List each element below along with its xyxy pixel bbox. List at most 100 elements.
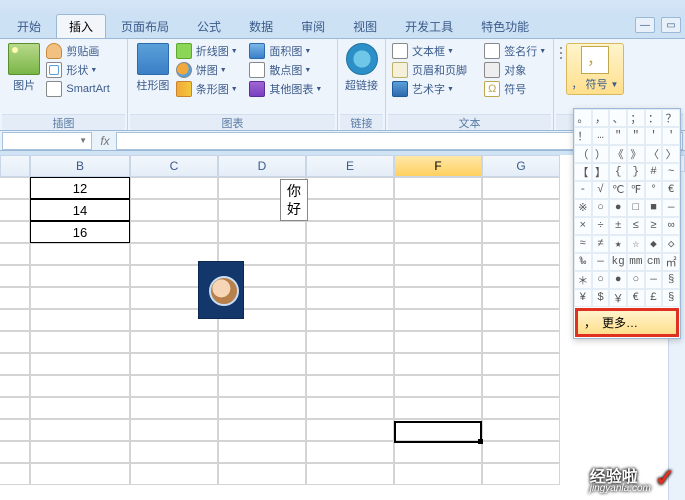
cell[interactable] — [30, 243, 130, 265]
hyperlink-button[interactable]: 超链接 — [342, 41, 381, 95]
cell[interactable] — [394, 397, 482, 419]
cell[interactable]: 14 — [30, 199, 130, 221]
column-chart-button[interactable]: 柱形图 — [132, 41, 174, 95]
cell[interactable] — [306, 177, 394, 199]
cell[interactable] — [482, 463, 560, 485]
symbol-cell[interactable]: ¥ — [574, 289, 592, 307]
cell[interactable] — [30, 441, 130, 463]
object-button[interactable]: 对象 — [484, 62, 547, 78]
cell[interactable] — [30, 265, 130, 287]
cell[interactable] — [394, 441, 482, 463]
cell[interactable] — [130, 441, 218, 463]
symbol-cell[interactable]: € — [662, 181, 680, 199]
cell[interactable] — [218, 353, 306, 375]
chevron-down-icon[interactable]: ▼ — [79, 136, 87, 145]
scatter-chart-button[interactable]: 散点图▼ — [249, 62, 331, 78]
symbol-cell[interactable]: — — [662, 199, 680, 217]
other-chart-button[interactable]: 其他图表▼ — [249, 81, 331, 97]
cell[interactable] — [130, 397, 218, 419]
cell[interactable] — [306, 375, 394, 397]
shapes-button[interactable]: 形状 ▼ — [46, 62, 121, 78]
symbol-cell[interactable]: ± — [609, 217, 627, 235]
tab-formula[interactable]: 公式 — [184, 14, 234, 38]
cell[interactable] — [306, 221, 394, 243]
col-head-G[interactable]: G — [482, 155, 560, 177]
cell[interactable] — [30, 375, 130, 397]
symbol-cell[interactable]: 、 — [609, 109, 627, 127]
symbol-cell[interactable]: 〈 — [645, 145, 663, 163]
cell[interactable] — [394, 463, 482, 485]
col-head-C[interactable]: C — [130, 155, 218, 177]
header-footer-button[interactable]: 页眉和页脚 — [392, 62, 480, 78]
tab-insert[interactable]: 插入 — [56, 14, 106, 38]
symbol-split-button[interactable]: ， ， 符号 ▼ — [566, 43, 624, 95]
cell[interactable] — [130, 419, 218, 441]
textbox-button[interactable]: 文本框▼ — [392, 43, 480, 59]
window-restore[interactable]: ▭ — [661, 17, 681, 33]
tab-start[interactable]: 开始 — [4, 14, 54, 38]
symbol-cell[interactable]: ■ — [645, 199, 663, 217]
symbol-cell[interactable]: □ — [627, 199, 645, 217]
symbol-cell[interactable]: ★ — [609, 235, 627, 253]
cell[interactable] — [30, 287, 130, 309]
cell[interactable] — [482, 199, 560, 221]
cell[interactable] — [130, 221, 218, 243]
tab-special[interactable]: 特色功能 — [468, 14, 542, 38]
symbol-cell[interactable]: - — [574, 181, 592, 199]
cell[interactable] — [394, 353, 482, 375]
cell[interactable] — [130, 331, 218, 353]
symbol-inline-button[interactable]: Ω符号 — [484, 81, 547, 97]
symbol-cell[interactable]: £ — [645, 289, 663, 307]
symbol-cell[interactable]: ○ — [592, 199, 610, 217]
cell[interactable] — [394, 265, 482, 287]
cell[interactable] — [0, 243, 30, 265]
cell[interactable] — [394, 243, 482, 265]
symbol-cell[interactable]: 《 — [609, 145, 627, 163]
symbol-cell[interactable]: ◇ — [662, 235, 680, 253]
symbol-cell[interactable]: ＊ — [574, 271, 592, 289]
smartart-button[interactable]: SmartArt — [46, 81, 121, 97]
cell[interactable] — [394, 177, 482, 199]
cell[interactable] — [218, 441, 306, 463]
symbol-cell[interactable]: ~ — [662, 163, 680, 181]
symbol-cell[interactable]: ● — [609, 199, 627, 217]
col-head-B[interactable]: B — [30, 155, 130, 177]
cell[interactable] — [218, 375, 306, 397]
cell[interactable] — [0, 287, 30, 309]
symbol-cell[interactable]: ☆ — [627, 235, 645, 253]
cell[interactable] — [218, 419, 306, 441]
cell[interactable] — [482, 243, 560, 265]
symbol-cell[interactable]: ● — [609, 271, 627, 289]
cell[interactable] — [306, 441, 394, 463]
name-box[interactable]: ▼ — [2, 132, 92, 150]
symbol-cell[interactable]: 【 — [574, 163, 592, 181]
cell[interactable] — [30, 397, 130, 419]
cell[interactable] — [306, 309, 394, 331]
cell[interactable] — [0, 177, 30, 199]
symbol-cell[interactable]: ÷ — [592, 217, 610, 235]
cell[interactable] — [0, 419, 30, 441]
cell[interactable] — [482, 353, 560, 375]
tab-data[interactable]: 数据 — [236, 14, 286, 38]
symbol-cell[interactable]: ◆ — [645, 235, 663, 253]
symbol-cell[interactable]: ○ — [627, 271, 645, 289]
cell[interactable] — [30, 463, 130, 485]
cell[interactable] — [306, 331, 394, 353]
floating-image[interactable] — [198, 261, 244, 319]
symbol-cell[interactable]: $ — [592, 289, 610, 307]
cell[interactable] — [130, 463, 218, 485]
symbol-cell[interactable]: € — [627, 289, 645, 307]
window-minimize[interactable]: — — [635, 17, 655, 33]
cell[interactable] — [306, 353, 394, 375]
symbol-cell[interactable]: ， — [592, 109, 610, 127]
symbol-cell[interactable]: " — [627, 127, 645, 145]
cell[interactable] — [218, 463, 306, 485]
cell[interactable] — [306, 419, 394, 441]
symbol-cell[interactable]: ； — [627, 109, 645, 127]
symbol-cell[interactable]: ≈ — [574, 235, 592, 253]
symbol-cell[interactable]: cm — [645, 253, 663, 271]
cell[interactable] — [218, 331, 306, 353]
cell[interactable] — [394, 375, 482, 397]
symbol-cell[interactable]: ≥ — [645, 217, 663, 235]
cell[interactable] — [0, 463, 30, 485]
